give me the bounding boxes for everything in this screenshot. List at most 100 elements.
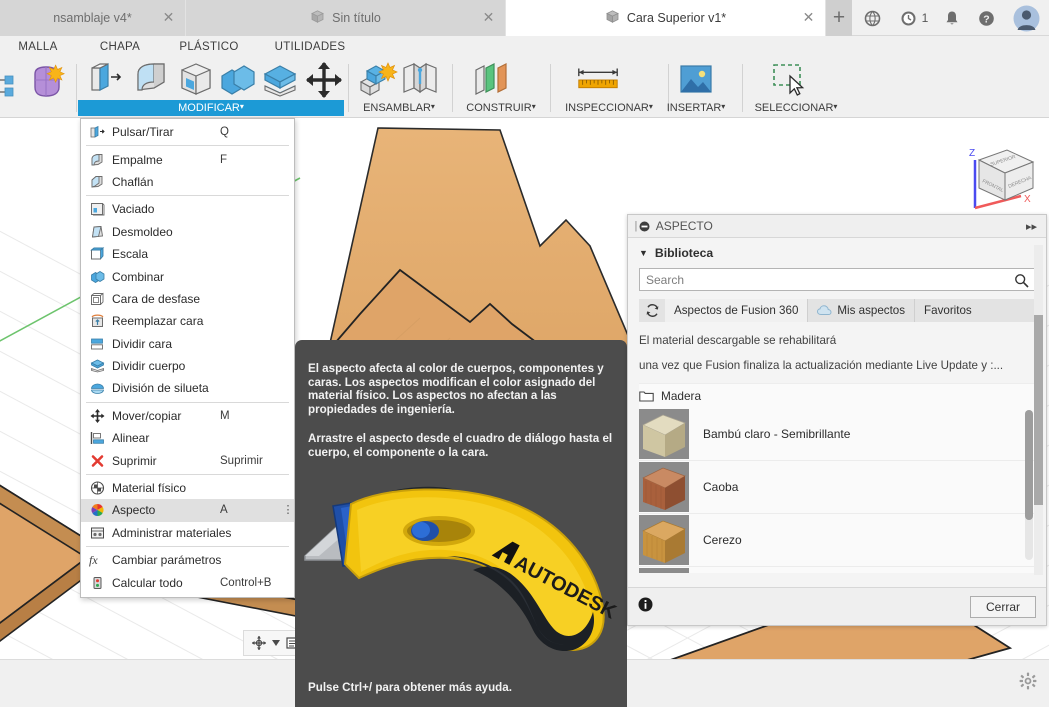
document-tab-2[interactable]: Cara Superior v1* ✕ bbox=[506, 0, 826, 36]
search-input[interactable] bbox=[640, 269, 1034, 290]
chevron-down-icon: ▾ bbox=[833, 102, 838, 111]
ribbon-tab-utilidades[interactable]: UTILIDADES bbox=[264, 36, 356, 58]
fusion360-window: Z X SUPERIOR FRONTAL DERECHA nsamblaje v… bbox=[0, 0, 1049, 707]
close-icon[interactable]: ✕ bbox=[162, 10, 175, 24]
insert-image-button[interactable] bbox=[672, 60, 720, 100]
biblioteca-section-header[interactable]: ▼ Biblioteca bbox=[639, 238, 1035, 268]
menu-item-material-fisico[interactable]: Material físico bbox=[81, 477, 294, 499]
library-tab-fusion360[interactable]: Aspectos de Fusion 360 bbox=[665, 299, 809, 322]
menu-item-reemplazar-cara[interactable]: Reemplazar cara bbox=[81, 310, 294, 332]
scrollbar-thumb[interactable] bbox=[1025, 410, 1033, 520]
orbit-icon[interactable] bbox=[248, 633, 270, 653]
library-tab-mis-aspectos[interactable]: Mis aspectos bbox=[808, 299, 916, 322]
split-body-icon bbox=[87, 358, 107, 374]
menu-item-dividir-cuerpo[interactable]: Dividir cuerpo bbox=[81, 355, 294, 377]
material-list-scrollbar[interactable] bbox=[1025, 410, 1033, 560]
fillet-button[interactable] bbox=[128, 60, 176, 100]
view-cube[interactable]: Z X SUPERIOR FRONTAL DERECHA bbox=[943, 130, 1039, 221]
panel-scrollbar-thumb[interactable] bbox=[1034, 315, 1043, 505]
material-row-0[interactable]: Bambú claro - Semibrillante bbox=[639, 408, 1035, 461]
collapse-icon[interactable] bbox=[639, 221, 650, 232]
folder-row-madera[interactable]: Madera bbox=[639, 384, 1035, 408]
ribbon-tab-malla[interactable]: MALLA bbox=[6, 36, 70, 58]
ensamblar-group-label[interactable]: ENSAMBLAR▾ bbox=[350, 100, 448, 116]
joint-button[interactable] bbox=[396, 60, 444, 100]
menu-item-escala[interactable]: Escala bbox=[81, 243, 294, 265]
menu-item-empalme[interactable]: Empalme F bbox=[81, 148, 294, 170]
folder-icon bbox=[639, 390, 654, 402]
expand-right-icon[interactable]: ▸▸ bbox=[1026, 220, 1037, 233]
menu-item-combinar[interactable]: Combinar bbox=[81, 265, 294, 287]
ribbon-tab-chapa[interactable]: CHAPA bbox=[88, 36, 152, 58]
modificar-group-label[interactable]: MODIFICAR▾ bbox=[78, 100, 344, 116]
appearance-icon bbox=[87, 502, 107, 518]
menu-item-mover-copiar[interactable]: Mover/copiar M bbox=[81, 405, 294, 427]
material-row-3[interactable] bbox=[639, 567, 1035, 573]
menu-separator bbox=[86, 473, 289, 475]
appearance-panel-title-bar[interactable]: || ASPECTO ▸▸ bbox=[628, 215, 1046, 238]
create-form-icon[interactable] bbox=[26, 62, 68, 102]
split-body-button[interactable] bbox=[256, 60, 304, 100]
menu-item-cambiar-parametros[interactable]: fx Cambiar parámetros bbox=[81, 549, 294, 571]
push-pull-button[interactable] bbox=[82, 60, 130, 100]
library-tab-favoritos[interactable]: Favoritos bbox=[915, 299, 981, 322]
material-row-1[interactable]: Caoba bbox=[639, 461, 1035, 514]
orbit-dropdown-icon[interactable] bbox=[270, 633, 282, 653]
chevron-down-icon: ▾ bbox=[721, 102, 726, 111]
measure-button[interactable] bbox=[574, 60, 622, 100]
search-box[interactable] bbox=[639, 268, 1035, 291]
material-swatch bbox=[639, 462, 689, 512]
clock-icon[interactable]: 1 bbox=[893, 0, 935, 36]
menu-item-pulsar-tirar[interactable]: Pulsar/Tirar Q bbox=[81, 121, 294, 143]
settings-gear-icon[interactable] bbox=[1019, 672, 1037, 695]
material-row-2[interactable]: Cerezo bbox=[639, 514, 1035, 567]
menu-item-administrar-materiales[interactable]: Administrar materiales bbox=[81, 522, 294, 544]
menu-item-desmoldeo[interactable]: Desmoldeo bbox=[81, 221, 294, 243]
seleccionar-group-label[interactable]: SELECCIONAR▾ bbox=[744, 100, 848, 116]
menu-item-calcular-todo[interactable]: Calcular todo Control+B bbox=[81, 571, 294, 593]
menu-item-cara-de-desfase[interactable]: Cara de desfase bbox=[81, 288, 294, 310]
document-tab-1[interactable]: Sin título ✕ bbox=[186, 0, 506, 36]
search-icon[interactable] bbox=[1014, 273, 1029, 293]
bell-icon[interactable] bbox=[938, 0, 966, 36]
appearance-panel[interactable]: || ASPECTO ▸▸ ▼ Biblioteca Search Aspect… bbox=[627, 214, 1047, 626]
inspeccionar-group-label[interactable]: INSPECCIONAR▾ bbox=[554, 100, 664, 116]
menu-item-aspecto[interactable]: Aspecto A ⋮ bbox=[81, 499, 294, 522]
browser-tree-icon[interactable] bbox=[0, 66, 24, 106]
menu-item-suprimir[interactable]: Suprimir Suprimir bbox=[81, 449, 294, 471]
info-icon[interactable] bbox=[638, 597, 653, 617]
menu-item-dividir-cara[interactable]: Dividir cara bbox=[81, 333, 294, 355]
avatar[interactable] bbox=[1008, 0, 1044, 36]
new-component-button[interactable] bbox=[354, 60, 402, 100]
material-list[interactable]: Madera Bambú claro - Semibrillante Caoba… bbox=[639, 383, 1035, 573]
combine-button[interactable] bbox=[214, 60, 262, 100]
menu-item-vaciado[interactable]: Vaciado bbox=[81, 198, 294, 220]
drag-handle-icon[interactable]: || bbox=[634, 220, 637, 232]
refresh-icon[interactable] bbox=[639, 299, 665, 322]
panel-scrollbar[interactable] bbox=[1034, 245, 1043, 575]
menu-item-chaflan[interactable]: Chaflán bbox=[81, 171, 294, 193]
document-tab-0[interactable]: nsamblaje v4* ✕ bbox=[0, 0, 186, 36]
select-button[interactable] bbox=[766, 60, 814, 100]
shell-button[interactable] bbox=[172, 60, 220, 100]
close-icon[interactable]: ✕ bbox=[482, 10, 495, 24]
ribbon-tab-row: MALLA CHAPA PLÁSTICO UTILIDADES bbox=[0, 36, 1049, 58]
menu-overflow-icon[interactable]: ⋮ bbox=[282, 504, 294, 515]
menu-item-alinear[interactable]: Alinear bbox=[81, 427, 294, 449]
library-tab-row: Aspectos de Fusion 360 Mis aspectos Favo… bbox=[639, 299, 1035, 322]
new-tab-button[interactable]: + bbox=[826, 0, 852, 36]
tooltip-footer: Pulse Ctrl+/ para obtener más ayuda. bbox=[308, 681, 512, 694]
close-button[interactable]: Cerrar bbox=[970, 595, 1036, 618]
help-icon[interactable]: ? bbox=[972, 0, 1000, 36]
close-icon[interactable]: ✕ bbox=[802, 10, 815, 24]
insertar-group-label[interactable]: INSERTAR▾ bbox=[656, 100, 736, 116]
inspeccionar-label-text: INSPECCIONAR bbox=[565, 102, 649, 114]
menu-item-division-de-silueta[interactable]: División de silueta bbox=[81, 377, 294, 399]
construct-plane-button[interactable] bbox=[470, 60, 518, 100]
document-tab-0-label: nsamblaje v4* bbox=[53, 11, 132, 25]
ribbon-tab-plastico[interactable]: PLÁSTICO bbox=[170, 36, 248, 58]
globe-icon[interactable] bbox=[858, 0, 886, 36]
modificar-dropdown-menu[interactable]: Pulsar/Tirar Q Empalme F Chaflán Vaciado… bbox=[80, 118, 295, 598]
construir-group-label[interactable]: CONSTRUIR▾ bbox=[456, 100, 546, 116]
move-copy-button[interactable] bbox=[300, 60, 348, 100]
